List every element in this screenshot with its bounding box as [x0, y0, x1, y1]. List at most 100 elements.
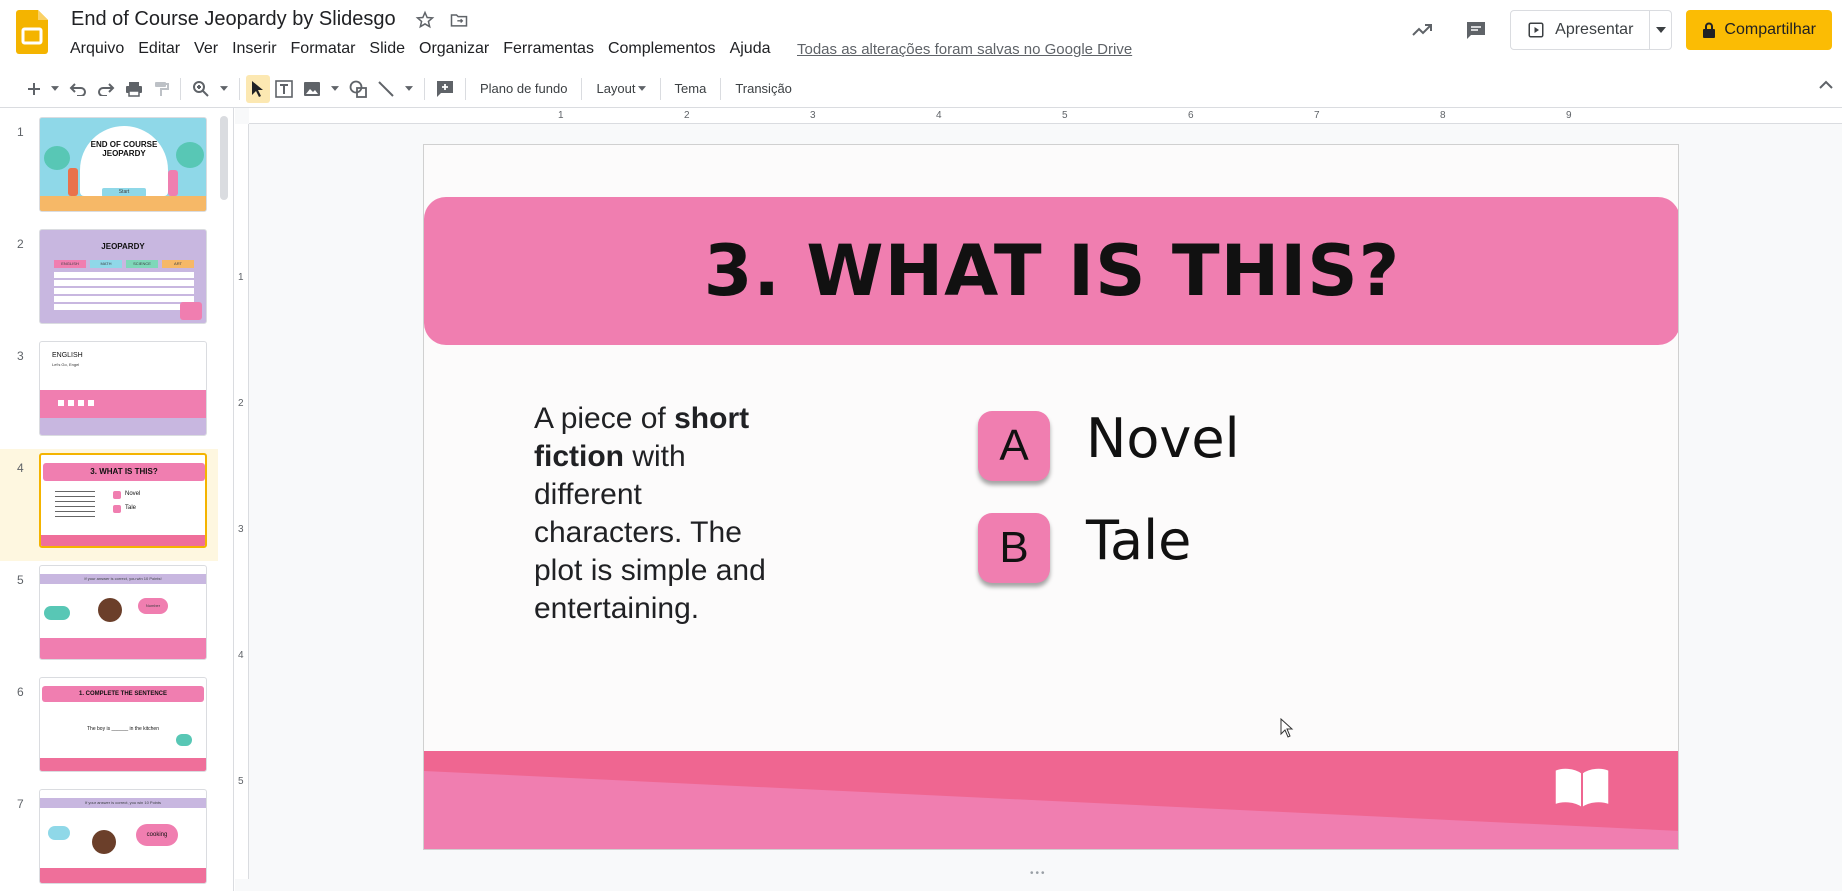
- insert-image-button[interactable]: [298, 75, 326, 103]
- ruler-tick: 3: [810, 110, 816, 121]
- ruler-tick: 3: [238, 524, 244, 535]
- open-book-icon[interactable]: [1552, 763, 1612, 813]
- comments-button[interactable]: [1456, 10, 1496, 50]
- redo-button[interactable]: [92, 75, 120, 103]
- new-slide-layout-dropdown[interactable]: [46, 75, 64, 103]
- thumb-title: JEOPARDY: [101, 242, 145, 251]
- menu-inserir[interactable]: Inserir: [232, 40, 284, 58]
- thumb-title: If your answer is correct, you win 10 Po…: [40, 574, 206, 584]
- ruler-tick: 1: [238, 272, 244, 283]
- activity-dashboard-button[interactable]: [1402, 10, 1442, 50]
- slides-logo-icon[interactable]: [16, 10, 48, 54]
- star-icon[interactable]: [415, 10, 435, 30]
- slide-thumbnail-2[interactable]: 2 JEOPARDY ENGLISH MATH SCIENCE ART: [0, 225, 218, 337]
- shape-icon: [349, 80, 367, 98]
- layout-button[interactable]: Layout: [588, 81, 653, 96]
- menu-editar[interactable]: Editar: [138, 40, 188, 58]
- slide-thumbnail-5[interactable]: 5 If your answer is correct, you win 10 …: [0, 561, 218, 673]
- slide-preview: 3. WHAT IS THIS? Novel Tale: [39, 453, 207, 548]
- toolbar-divider: [581, 77, 583, 100]
- option-b-box[interactable]: B: [978, 513, 1050, 583]
- caret-down-icon: [331, 86, 339, 91]
- kid-figure-shape: [92, 830, 116, 854]
- ruler-tick: 7: [1314, 110, 1320, 121]
- question-text[interactable]: A piece of short fiction with different …: [534, 400, 794, 628]
- top-bar: End of Course Jeopardy by Slidesgo Arqui…: [0, 0, 1842, 66]
- background-button[interactable]: Plano de fundo: [472, 81, 575, 96]
- column-header: ENGLISH: [54, 260, 86, 268]
- column-header: ART: [162, 260, 194, 268]
- insert-comment-button[interactable]: [431, 75, 459, 103]
- cloud-shape: [48, 826, 70, 840]
- menu-complementos[interactable]: Complementos: [608, 40, 724, 58]
- thumb-title: 1. COMPLETE THE SENTENCE: [42, 686, 204, 702]
- vertical-ruler[interactable]: 1 2 3 4 5: [235, 124, 249, 879]
- collapse-menus-chevron-up-icon[interactable]: [1818, 80, 1834, 90]
- option-a-label[interactable]: Novel: [1086, 407, 1240, 470]
- question-text-part: A piece of: [534, 402, 675, 435]
- current-slide[interactable]: 3. WHAT IS THIS? A piece of short fictio…: [423, 144, 1679, 850]
- undo-button[interactable]: [64, 75, 92, 103]
- slide-number: 2: [17, 237, 24, 251]
- cloud-shape: [44, 606, 70, 620]
- theme-button[interactable]: Tema: [667, 81, 715, 96]
- points-grid: [54, 272, 194, 310]
- menu-ajuda[interactable]: Ajuda: [730, 40, 779, 58]
- option-a-box[interactable]: A: [978, 411, 1050, 481]
- toolbar-divider: [659, 77, 661, 100]
- menu-ver[interactable]: Ver: [194, 40, 226, 58]
- select-tool-button[interactable]: [246, 74, 270, 103]
- transition-button[interactable]: Transição: [727, 81, 800, 96]
- shape-button[interactable]: [344, 75, 372, 103]
- present-button[interactable]: Apresentar: [1511, 21, 1649, 39]
- new-slide-button[interactable]: [22, 75, 46, 103]
- lock-icon: [1703, 22, 1716, 38]
- save-status-link[interactable]: Todas as alterações foram salvas no Goog…: [797, 41, 1132, 58]
- insert-image-dropdown[interactable]: [326, 75, 344, 103]
- present-options-dropdown[interactable]: [1649, 11, 1671, 49]
- ruler-tick: 4: [238, 650, 244, 661]
- filmstrip-scrollbar[interactable]: [220, 116, 228, 200]
- slide-thumbnail-6[interactable]: 6 1. COMPLETE THE SENTENCE The boy is __…: [0, 673, 218, 785]
- zoom-button[interactable]: [187, 75, 215, 103]
- toolbar-divider: [180, 77, 181, 100]
- comment-icon: [1467, 22, 1486, 39]
- slide-thumbnail-7[interactable]: 7 If your answer is correct, you win 10 …: [0, 785, 218, 891]
- slide-preview: END OF COURSE JEOPARDY Start: [39, 117, 207, 212]
- menu-organizar[interactable]: Organizar: [419, 40, 497, 58]
- slide-filmstrip: 1 END OF COURSE JEOPARDY Start 2 JEOPARD…: [0, 108, 234, 891]
- add-comment-icon: [437, 80, 453, 97]
- menu-ferramentas[interactable]: Ferramentas: [503, 40, 602, 58]
- print-button[interactable]: [120, 75, 148, 103]
- menu-formatar[interactable]: Formatar: [291, 40, 364, 58]
- speech-bubble: Number: [138, 598, 168, 614]
- slide-thumbnail-1[interactable]: 1 END OF COURSE JEOPARDY Start: [0, 113, 218, 225]
- slide-title[interactable]: 3. WHAT IS THIS?: [424, 197, 1678, 345]
- move-folder-icon[interactable]: [449, 10, 469, 30]
- paint-format-button[interactable]: [148, 75, 174, 103]
- share-button[interactable]: Compartilhar: [1686, 10, 1832, 50]
- thumb-option: Tale: [125, 505, 137, 511]
- line-dropdown[interactable]: [400, 75, 418, 103]
- line-button[interactable]: [372, 75, 400, 103]
- toolbar: Plano de fundo Layout Tema Transição: [0, 70, 1842, 108]
- option-b-label[interactable]: Tale: [1086, 509, 1191, 572]
- menu-slide[interactable]: Slide: [369, 40, 413, 58]
- text-box-button[interactable]: [270, 75, 298, 103]
- menu-arquivo[interactable]: Arquivo: [70, 40, 132, 58]
- footer-wave-band[interactable]: [424, 751, 1679, 850]
- horizontal-ruler[interactable]: 1 2 3 4 5 6 7 8 9: [249, 108, 1842, 124]
- question-text-lines: [55, 491, 95, 519]
- slide-thumbnail-3[interactable]: 3 ENGLISH Let's Go, Engel: [0, 337, 218, 449]
- thumb-option: Novel: [125, 491, 141, 497]
- speaker-notes-drag-handle[interactable]: •••: [1030, 868, 1047, 879]
- ruler-tick: 8: [1440, 110, 1446, 121]
- ruler-tick: 5: [1062, 110, 1068, 121]
- thumb-board: ENGLISH MATH SCIENCE ART: [54, 260, 194, 268]
- slide-thumbnail-4[interactable]: 4 3. WHAT IS THIS? Novel Tale: [0, 449, 218, 561]
- caret-down-icon: [51, 86, 59, 91]
- document-title[interactable]: End of Course Jeopardy by Slidesgo: [71, 8, 396, 31]
- zoom-dropdown[interactable]: [215, 75, 233, 103]
- redo-icon: [98, 82, 115, 96]
- slide-preview: If your answer is correct, you win 10 Po…: [39, 789, 207, 884]
